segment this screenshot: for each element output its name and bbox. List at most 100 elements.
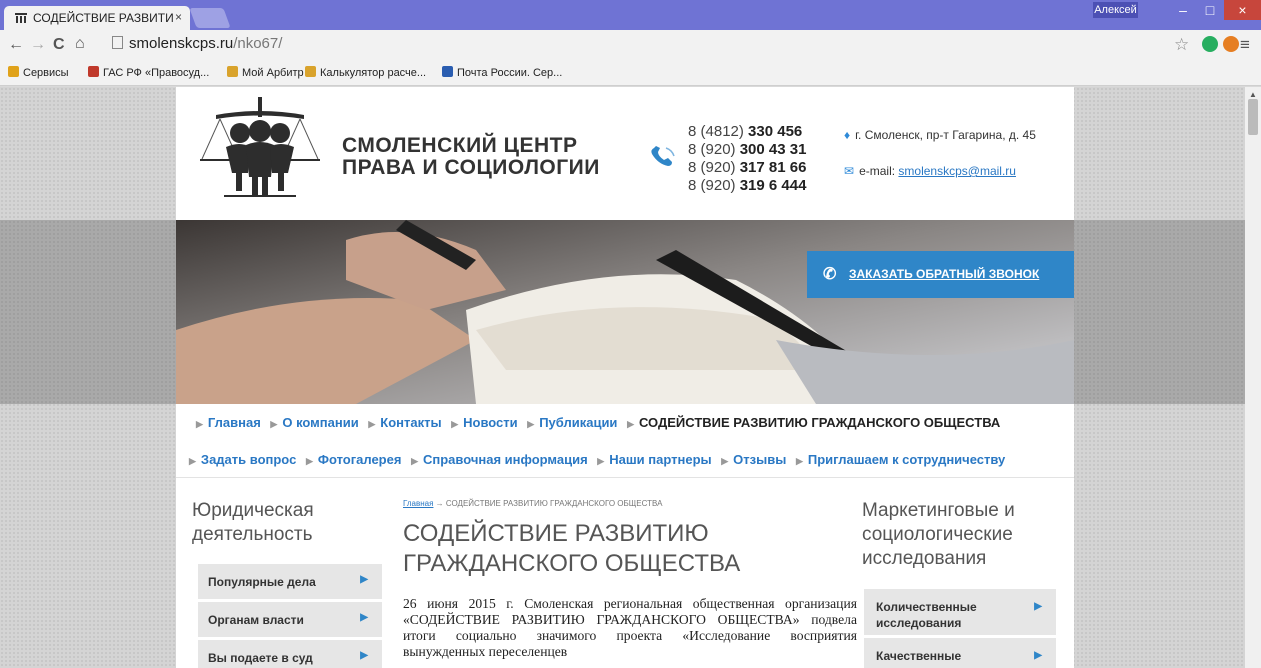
gas-icon — [88, 66, 99, 77]
home-icon[interactable]: ⌂ — [75, 35, 85, 53]
phone-number[interactable]: 8 (920) 300 43 31 — [688, 141, 806, 159]
profile-button[interactable]: Алексей — [1093, 2, 1138, 18]
address-bar[interactable]: smolenskcps.ru/nko67/ — [112, 35, 1162, 57]
menu-item-partners[interactable]: ▶ Наши партнеры — [597, 452, 711, 467]
back-icon[interactable]: ← — [8, 36, 24, 54]
bookmark-star-icon[interactable]: ☆ — [1174, 35, 1189, 55]
email-link[interactable]: smolenskcps@mail.ru — [898, 164, 1016, 178]
email-line: ✉ e-mail: smolenskcps@mail.ru — [844, 164, 1016, 178]
phone-list: 8 (4812) 330 456 8 (920) 300 43 31 8 (92… — [688, 123, 806, 195]
bookmark-item[interactable]: Калькулятор расче... — [305, 66, 426, 79]
browser-titlebar: СОДЕЙСТВИЕ РАЗВИТИ × Алексей – □ × — [0, 0, 1261, 30]
right-sidebar-menu: Количественные исследования ▶ Качественны… — [864, 589, 1056, 668]
menu-item-current[interactable]: ▶ СОДЕЙСТВИЕ РАЗВИТИЮ ГРАЖДАНСКОГО ОБЩЕСТ… — [627, 415, 1000, 430]
new-tab-button[interactable] — [189, 8, 231, 28]
menu-item-reference[interactable]: ▶ Справочная информация — [411, 452, 588, 467]
hero-image — [176, 220, 1074, 404]
main-menu-row2: ▶ Задать вопрос ▶ Фотогалерея ▶ Справочная … — [189, 452, 1011, 467]
chevron-right-icon: ▶ — [1034, 601, 1042, 612]
minimize-icon[interactable]: – — [1170, 0, 1196, 20]
menu-arrow-icon: ▶ — [795, 456, 803, 466]
breadcrumb-current: СОДЕЙСТВИЕ РАЗВИТИЮ ГРАЖДАНСКОГО ОБЩЕСТВ… — [445, 499, 663, 508]
menu-item-reviews[interactable]: ▶ Отзывы — [721, 452, 786, 467]
page-viewport: СМОЛЕНСКИЙ ЦЕНТР ПРАВА И СОЦИОЛОГИИ 8 (4… — [0, 87, 1245, 668]
menu-item-ask-question[interactable]: ▶ Задать вопрос — [189, 452, 296, 467]
maximize-icon[interactable]: □ — [1197, 0, 1223, 20]
menu-arrow-icon: ▶ — [527, 419, 535, 429]
callback-label: ЗАКАЗАТЬ ОБРАТНЫЙ ЗВОНОК — [849, 267, 1040, 281]
menu-item-gallery[interactable]: ▶ Фотогалерея — [306, 452, 402, 467]
site-favicon-icon — [15, 13, 27, 23]
browser-menu-icon[interactable]: ≡ — [1240, 35, 1250, 55]
main-menu-row1: ▶ Главная ▶ О компании ▶ Контакты ▶ Новости … — [196, 415, 1006, 430]
breadcrumb-home-link[interactable]: Главная — [403, 499, 433, 508]
brand-line2: ПРАВА И СОЦИОЛОГИИ — [342, 156, 600, 179]
menu-arrow-icon: ▶ — [451, 419, 459, 429]
site-container: СМОЛЕНСКИЙ ЦЕНТР ПРАВА И СОЦИОЛОГИИ 8 (4… — [176, 87, 1074, 668]
menu-item-contacts[interactable]: ▶ Контакты — [368, 415, 441, 430]
menu-arrow-icon: ▶ — [627, 419, 634, 429]
menu-item-publications[interactable]: ▶ Публикации — [527, 415, 617, 430]
browser-tab[interactable]: СОДЕЙСТВИЕ РАЗВИТИ × — [4, 6, 190, 30]
callback-phone-icon: ✆ — [823, 266, 837, 283]
menu-arrow-icon: ▶ — [270, 419, 278, 429]
page-scrollbar[interactable]: ▲ — [1245, 87, 1261, 668]
url-path: /nko67/ — [233, 35, 283, 52]
apps-icon — [8, 66, 19, 77]
mail-icon: ✉ — [844, 164, 855, 178]
tab-title: СОДЕЙСТВИЕ РАЗВИТИ — [33, 11, 174, 25]
breadcrumb: Главная → СОДЕЙСТВИЕ РАЗВИТИЮ ГРАЖДАНСКО… — [403, 499, 663, 508]
chevron-right-icon: ▶ — [1034, 650, 1042, 661]
extension-green-icon[interactable] — [1202, 36, 1218, 52]
reload-icon[interactable]: C — [53, 36, 65, 54]
sidebar-item-court[interactable]: Вы подаете в суд ▶ — [198, 640, 382, 668]
menu-item-about[interactable]: ▶ О компании — [270, 415, 358, 430]
sidebar-item-quantitative[interactable]: Количественные исследования ▶ — [864, 589, 1056, 635]
chevron-right-icon: ▶ — [360, 650, 368, 661]
menu-arrow-icon: ▶ — [368, 419, 376, 429]
menu-arrow-icon: ▶ — [411, 456, 418, 466]
menu-arrow-icon: ▶ — [597, 456, 605, 466]
bookmark-item[interactable]: Мой Арбитр — [227, 66, 304, 79]
page-icon — [112, 36, 123, 49]
left-sidebar-menu: Популярные дела ▶ Органам власти ▶ Вы пода… — [198, 564, 382, 668]
right-sidebar-heading: Маркетинговые и социологические исследов… — [862, 500, 1015, 569]
article-text: 26 июня 2015 г. Смоленская региональная … — [403, 596, 857, 659]
bookmark-item[interactable]: ГАС РФ «Правосуд... — [88, 66, 209, 79]
scroll-thumb[interactable] — [1248, 99, 1258, 135]
arbitr-icon — [227, 66, 238, 77]
phone-number[interactable]: 8 (4812) 330 456 — [688, 123, 806, 141]
callback-button[interactable]: ✆ ЗАКАЗАТЬ ОБРАТНЫЙ ЗВОНОК — [807, 251, 1074, 298]
forward-icon[interactable]: → — [30, 36, 46, 54]
phone-number[interactable]: 8 (920) 319 6 444 — [688, 177, 806, 195]
page-title: СОДЕЙСТВИЕ РАЗВИТИЮ ГРАЖДАНСКОГО ОБЩЕСТВ… — [403, 520, 741, 577]
menu-divider — [176, 477, 1074, 478]
scroll-up-icon[interactable]: ▲ — [1249, 90, 1257, 99]
extension-orange-icon[interactable] — [1223, 36, 1239, 52]
bookmark-item[interactable]: Сервисы — [8, 66, 69, 79]
bookmark-item[interactable]: Почта России. Сер... — [442, 66, 562, 79]
phone-number[interactable]: 8 (920) 317 81 66 — [688, 159, 806, 177]
menu-item-news[interactable]: ▶ Новости — [451, 415, 517, 430]
menu-arrow-icon: ▶ — [189, 456, 196, 466]
sidebar-item-popular-cases[interactable]: Популярные дела ▶ — [198, 564, 382, 599]
sidebar-item-qualitative[interactable]: Качественные ▶ — [864, 638, 1056, 668]
menu-item-cooperation[interactable]: ▶ Приглашаем к сотрудничеству — [796, 452, 1005, 467]
menu-arrow-icon: ▶ — [196, 419, 203, 429]
menu-item-home[interactable]: ▶ Главная — [196, 415, 261, 430]
menu-arrow-icon: ▶ — [721, 456, 729, 466]
brand-line1: СМОЛЕНСКИЙ ЦЕНТР — [342, 134, 578, 157]
location-pin-icon: ♦ — [844, 128, 851, 142]
url-host: smolenskcps.ru — [129, 35, 234, 52]
post-icon — [442, 66, 453, 77]
tab-close-icon[interactable]: × — [175, 10, 182, 24]
sidebar-item-authorities[interactable]: Органам власти ▶ — [198, 602, 382, 637]
menu-arrow-icon: ▶ — [305, 456, 313, 466]
hero-photo — [176, 220, 1074, 404]
scales-logo-icon[interactable] — [196, 97, 346, 209]
bookmarks-bar: Сервисы ГАС РФ «Правосуд... Мой Арбитр К… — [0, 60, 1261, 86]
left-sidebar-heading: Юридическая деятельность — [192, 500, 314, 545]
address-line: ♦ г. Смоленск, пр-т Гагарина, д. 45 — [844, 128, 1036, 142]
brand-name[interactable]: СМОЛЕНСКИЙ ЦЕНТР ПРАВА И СОЦИОЛОГИИ — [342, 135, 600, 179]
close-window-icon[interactable]: × — [1224, 0, 1261, 20]
